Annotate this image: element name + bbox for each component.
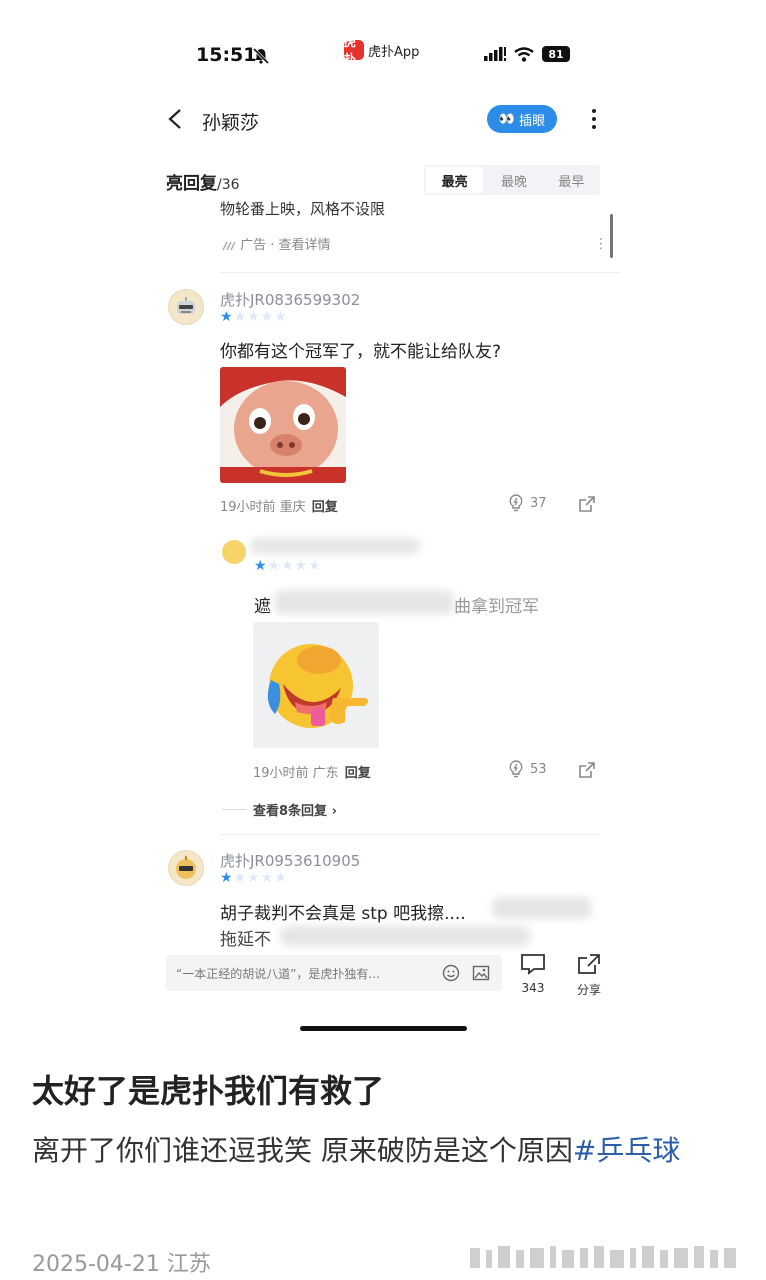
lightbulb-icon xyxy=(509,760,523,778)
post-body-text: 离开了你们谁还逗我笑 原来破防是这个原因 xyxy=(32,1134,573,1167)
like-count: 53 xyxy=(530,761,547,777)
tab-latest[interactable]: 最晚 xyxy=(485,165,542,195)
wifi-icon xyxy=(514,46,534,62)
comment-meta: 19小时前 广东 回复 xyxy=(253,762,371,781)
ad-more-icon[interactable]: ⋮ xyxy=(594,236,608,252)
status-bar: 15:51 虎扑 虎扑App 81 xyxy=(150,35,620,74)
image-icon[interactable] xyxy=(472,964,490,982)
share-icon[interactable] xyxy=(578,495,596,513)
reply-link[interactable]: 回复 xyxy=(345,766,371,781)
blurred-username xyxy=(250,538,420,554)
avatar-robot-icon xyxy=(176,856,196,879)
share-button[interactable]: 分享 xyxy=(572,953,606,999)
comment-image[interactable] xyxy=(220,367,346,483)
avatar[interactable] xyxy=(168,850,204,886)
rating-stars: ★★★★★ xyxy=(254,558,322,574)
tab-earliest[interactable]: 最早 xyxy=(543,165,600,195)
share-icon[interactable] xyxy=(578,761,596,779)
more-vertical-icon[interactable] xyxy=(590,107,598,131)
replies-title-label: 亮回复 xyxy=(166,174,217,194)
avatar[interactable] xyxy=(222,540,246,564)
comment-text-tail: 曲拿到冠军 xyxy=(454,597,539,617)
reply-link[interactable]: 回复 xyxy=(312,500,338,515)
replies-header: 亮回复/36 最亮 最晚 最早 xyxy=(166,165,606,195)
sort-tabs: 最亮 最晚 最早 xyxy=(424,165,600,195)
home-indicator xyxy=(300,1026,467,1031)
ad-meta-label: 广告 · 查看详情 xyxy=(240,238,331,253)
comment-text-line2: 拖延不 xyxy=(220,930,271,950)
comment-text[interactable]: 胡子裁判不会真是 stp 吧我擦.... xyxy=(220,899,466,924)
app-name: 虎扑App xyxy=(368,44,420,60)
like-button[interactable]: 37 xyxy=(508,494,547,512)
bottom-bar: “一本正经的胡说八道”，是虎扑独有... 343 分享 xyxy=(166,953,606,999)
share-label: 分享 xyxy=(576,983,601,997)
insert-eye-button[interactable]: 👀 插眼 xyxy=(487,105,557,133)
rating-stars: ★★★★★ xyxy=(220,870,288,886)
post-body: 离开了你们谁还逗我笑 原来破防是这个原因#乒乓球 xyxy=(32,1124,732,1178)
tab-brightest[interactable]: 最亮 xyxy=(426,167,484,193)
signal-icon xyxy=(484,47,506,61)
comments-count: 343 xyxy=(521,981,545,995)
status-time: 15:51 xyxy=(196,44,257,66)
status-icons: 81 xyxy=(484,46,570,62)
cartoon-pig-sticker-icon xyxy=(220,367,346,483)
screenshot-phone: 15:51 虎扑 虎扑App 81 孙颖莎 👀 插眼 亮回复/36 最亮 最晚 … xyxy=(150,0,620,1010)
hupu-logo-icon: 虎扑 xyxy=(344,35,364,66)
scrollbar-thumb[interactable] xyxy=(610,214,613,258)
divider xyxy=(220,834,600,835)
blurred-text xyxy=(274,590,454,614)
comment-input[interactable]: “一本正经的胡说八道”，是虎扑独有... xyxy=(166,955,502,991)
app-badge[interactable]: 虎扑 虎扑App xyxy=(344,35,420,66)
eyes-icon: 👀 xyxy=(498,111,516,127)
battery-icon: 81 xyxy=(542,46,570,62)
back-arrow-icon[interactable] xyxy=(166,108,186,130)
comment-image[interactable] xyxy=(253,622,379,748)
comments-button[interactable]: 343 xyxy=(516,953,550,999)
nav-bar: 孙颖莎 👀 插眼 xyxy=(150,100,620,140)
lightbulb-icon xyxy=(509,494,523,512)
emoji-icon[interactable] xyxy=(442,964,460,982)
replies-count: /36 xyxy=(217,177,240,193)
blurred-text xyxy=(280,926,530,946)
avatar-robot-icon xyxy=(177,297,195,314)
hashtag-link[interactable]: #乒乓球 xyxy=(573,1134,680,1167)
like-count: 37 xyxy=(530,495,547,511)
view-replies-link[interactable]: 查看8条回复 › xyxy=(253,800,337,819)
ad-icon xyxy=(222,241,236,250)
comment-username[interactable]: 虎扑JR0953610905 xyxy=(220,850,360,871)
page-title: 孙颖莎 xyxy=(202,112,260,134)
comment-bubble-icon xyxy=(521,954,545,975)
share-icon xyxy=(578,954,600,974)
rating-stars: ★★★★★ xyxy=(220,309,288,325)
bell-mute-icon xyxy=(252,47,270,65)
ad-meta[interactable]: 广告 · 查看详情 xyxy=(222,234,331,253)
blurred-text xyxy=(492,897,592,919)
divider xyxy=(220,272,620,273)
like-button[interactable]: 53 xyxy=(508,760,547,778)
laughing-crying-emoji-icon xyxy=(267,644,368,728)
post-title: 太好了是虎扑我们有救了 xyxy=(32,1072,385,1110)
comment-meta: 19小时前 重庆 回复 xyxy=(220,496,338,515)
comment-text[interactable]: 你都有这个冠军了，就不能让给队友? xyxy=(220,337,501,362)
ad-text[interactable]: 物轮番上映，风格不设限 xyxy=(220,198,385,219)
comment-time-location: 19小时前 广东 xyxy=(253,766,339,781)
watermark xyxy=(470,1246,736,1268)
insert-eye-label: 插眼 xyxy=(519,113,546,129)
comment-input-placeholder: “一本正经的胡说八道”，是虎扑独有... xyxy=(176,967,380,981)
replies-title: 亮回复/36 xyxy=(166,169,240,194)
comment-time-location: 19小时前 重庆 xyxy=(220,500,306,515)
comment-text[interactable]: 遮 xyxy=(254,592,271,617)
avatar[interactable] xyxy=(168,289,204,325)
post-date-location: 2025-04-21 江苏 xyxy=(32,1252,211,1277)
divider xyxy=(222,809,246,810)
comment-username[interactable]: 虎扑JR0836599302 xyxy=(220,289,360,310)
